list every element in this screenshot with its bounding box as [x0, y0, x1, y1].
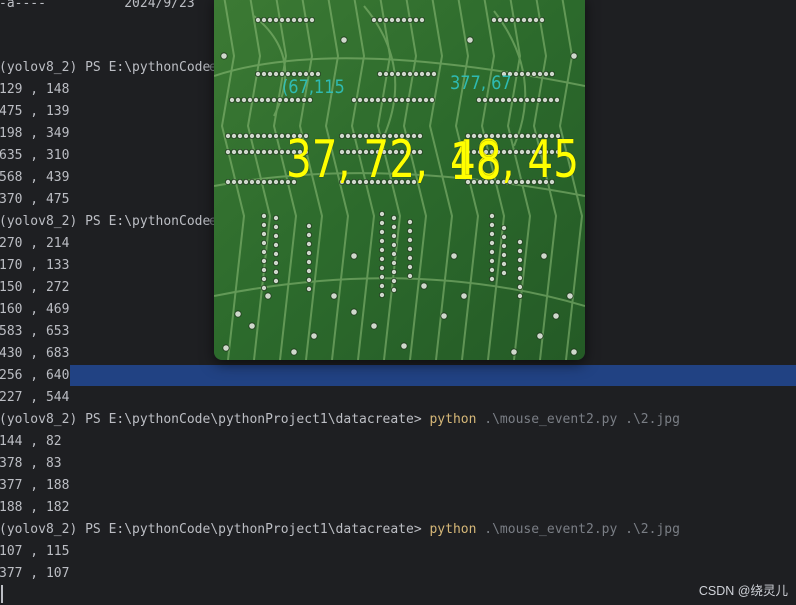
output-line: 256 , 640 [0, 368, 70, 383]
output-line: 568 , 439 [0, 170, 70, 185]
output-line: 378 , 83 [0, 456, 62, 471]
output-line: 635 , 310 [0, 148, 70, 163]
output-line: 430 , 683 [0, 346, 70, 361]
point-label-small-1: (67,115 [282, 76, 345, 98]
prompt-text: (yolov8_2) PS E:\pythonCode [0, 214, 211, 229]
output-line: 150 , 272 [0, 280, 70, 295]
output-line: 107 , 115 [0, 544, 70, 559]
prompt-line: (yolov8_2) PS E:\pythonCode\pythonProjec… [0, 519, 680, 541]
output-line: 198 , 349 [0, 126, 70, 141]
output-line: 170 , 133 [0, 258, 70, 273]
terminal-top-fragment: -a---- 2024/9/23 [0, 0, 195, 11]
output-line: 377 , 188 [0, 478, 70, 493]
output-line: 475 , 139 [0, 104, 70, 119]
command-keyword: python [429, 412, 477, 427]
prompt-text: (yolov8_2) PS E:\pythonCode\pythonProjec… [0, 412, 430, 427]
output-line: 583 , 653 [0, 324, 70, 339]
point-label-big-3: 18 [450, 132, 502, 192]
output-line: 227 , 544 [0, 390, 70, 405]
output-line: 129 , 148 [0, 82, 70, 97]
prompt-line: (yolov8_2) PS E:\pythonCodeent2.py .\1.p… [0, 57, 326, 79]
output-line: 377 , 107 [0, 566, 70, 581]
selected-line-highlight [70, 365, 796, 386]
csdn-watermark: CSDN @绕灵儿 [698, 584, 788, 598]
image-viewer-window[interactable]: (67,115 377, 67 37, 72, 48, 45 18 [214, 0, 585, 360]
prompt-line: (yolov8_2) PS E:\pythonCodeent2.py .\1.p… [0, 211, 326, 233]
prompt-text: (yolov8_2) PS E:\pythonCode [0, 60, 211, 75]
point-label-small-2: 377, 67 [450, 72, 512, 94]
command-keyword: python [429, 522, 477, 537]
output-line: 370 , 475 [0, 192, 70, 207]
command-argument: .\mouse_event2.py .\2.jpg [476, 522, 680, 537]
output-line: 144 , 82 [0, 434, 62, 449]
output-line: 160 , 469 [0, 302, 70, 317]
text-cursor [1, 585, 3, 603]
command-argument: .\mouse_event2.py .\2.jpg [476, 412, 680, 427]
output-line: 270 , 214 [0, 236, 70, 251]
output-line: 188 , 182 [0, 500, 70, 515]
prompt-text: (yolov8_2) PS E:\pythonCode\pythonProjec… [0, 522, 430, 537]
prompt-line: (yolov8_2) PS E:\pythonCode\pythonProjec… [0, 409, 680, 431]
point-label-big-1: 37, 72, [286, 130, 428, 190]
